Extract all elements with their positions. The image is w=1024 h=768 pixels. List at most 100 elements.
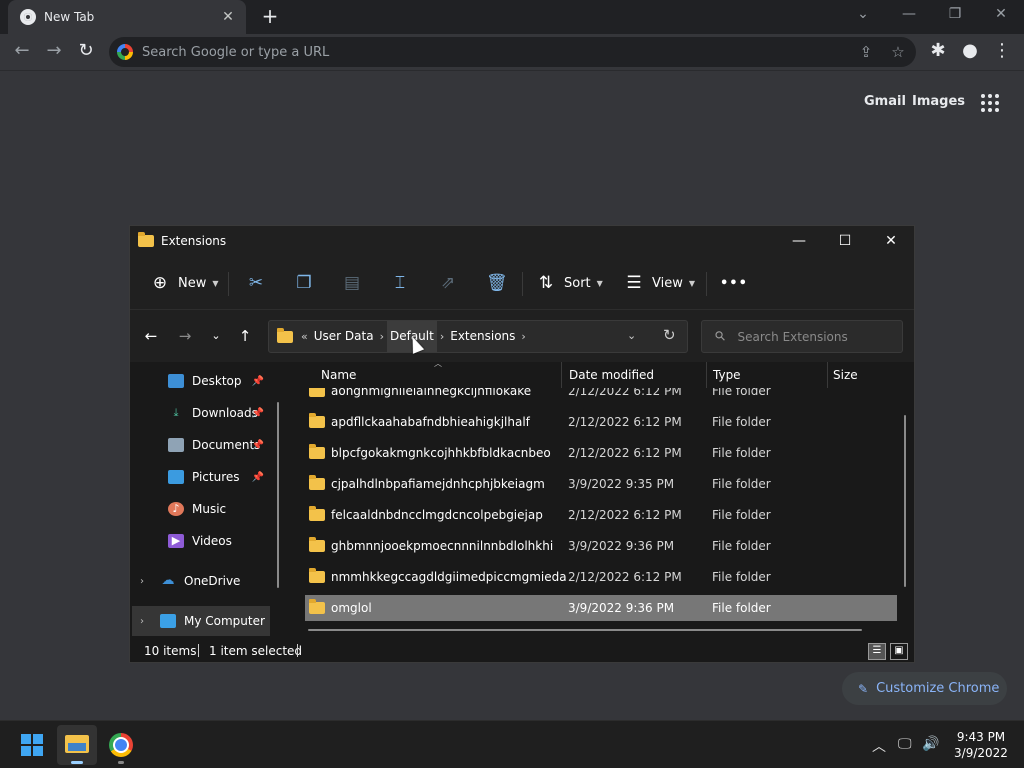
overflow-chevron-icon[interactable]: « xyxy=(301,330,308,343)
file-row[interactable]: apdfllckaahabafndbhieahigkjlhalf 2/12/20… xyxy=(305,409,897,435)
explorer-minimize-icon[interactable]: — xyxy=(776,226,822,256)
rename-button[interactable]: ⌶ xyxy=(390,269,410,297)
column-type[interactable]: Type xyxy=(713,368,741,382)
sidebar-item-documents[interactable]: Documents 📌 xyxy=(132,430,270,460)
view-button[interactable]: ☰ View ▼ xyxy=(624,269,695,297)
pencil-icon: ✎ xyxy=(858,681,869,696)
sidebar-item-pictures[interactable]: Pictures 📌 xyxy=(132,462,270,492)
breadcrumb-user-data[interactable]: User Data xyxy=(311,321,377,352)
pin-icon[interactable]: 📌 xyxy=(252,440,264,451)
omnibox-input[interactable] xyxy=(142,44,842,60)
chevron-right-icon[interactable]: › xyxy=(521,330,525,343)
back-icon[interactable]: ← xyxy=(8,37,36,65)
sidebar-scrollbar[interactable] xyxy=(277,402,279,588)
windows-start-icon[interactable] xyxy=(21,734,43,756)
paste-button[interactable]: ▤ xyxy=(342,269,362,297)
expand-chevron-icon[interactable]: › xyxy=(140,576,144,587)
share-icon[interactable]: ⇪ xyxy=(857,43,875,61)
tab-close-icon[interactable]: ✕ xyxy=(220,9,236,25)
images-link[interactable]: Images xyxy=(912,94,965,109)
cut-button[interactable]: ✂ xyxy=(246,269,266,297)
customize-chrome-button[interactable]: ✎ Customize Chrome xyxy=(842,672,1007,705)
details-view-icon[interactable]: ☰ xyxy=(868,643,886,660)
omnibox[interactable]: ⇪ ☆ xyxy=(109,37,916,67)
folder-icon xyxy=(309,444,325,459)
reload-icon[interactable]: ↻ xyxy=(72,37,100,65)
address-dropdown-icon[interactable]: ⌄ xyxy=(627,329,636,342)
status-bar: 10 items 1 item selected ☰ ▣ xyxy=(130,638,914,662)
delete-button[interactable]: 🗑 xyxy=(486,269,508,297)
column-divider[interactable] xyxy=(706,362,707,388)
vertical-scrollbar[interactable] xyxy=(904,415,906,587)
explorer-close-icon[interactable]: ✕ xyxy=(868,226,914,256)
minimize-icon[interactable]: — xyxy=(886,0,932,30)
pin-icon[interactable]: 📌 xyxy=(252,472,264,483)
column-divider[interactable] xyxy=(827,362,828,388)
forward-icon[interactable]: → xyxy=(173,324,197,348)
new-button[interactable]: ⊕ New ▼ xyxy=(150,269,219,297)
share-button[interactable]: ⇗ xyxy=(438,269,458,297)
network-icon[interactable]: 🖵 xyxy=(898,736,912,752)
restore-icon[interactable]: ❐ xyxy=(932,0,978,30)
breadcrumb-extensions[interactable]: Extensions xyxy=(447,321,518,352)
column-date-modified[interactable]: Date modified xyxy=(569,368,654,382)
explorer-title: Extensions xyxy=(161,234,227,248)
sidebar-item-music[interactable]: ♪ Music xyxy=(132,494,270,524)
sort-button[interactable]: ⇅ Sort ▼ xyxy=(536,269,603,297)
more-options-button[interactable]: ••• xyxy=(720,269,748,297)
extensions-puzzle-icon[interactable]: ✱ xyxy=(924,37,952,65)
search-input[interactable] xyxy=(737,329,898,344)
up-icon[interactable]: ↑ xyxy=(233,324,257,348)
file-explorer-taskbar-button[interactable] xyxy=(57,725,97,765)
folder-icon xyxy=(309,599,325,614)
recent-locations-chevron-icon[interactable]: ⌄ xyxy=(204,324,228,348)
address-bar[interactable]: « User Data › Default › Extensions › ⌄ ↻ xyxy=(268,320,688,353)
search-box[interactable]: ⚲ xyxy=(701,320,903,353)
sidebar-item-desktop[interactable]: Desktop 📌 xyxy=(132,366,270,396)
pictures-icon xyxy=(168,470,184,484)
horizontal-scrollbar[interactable] xyxy=(308,629,862,631)
column-divider[interactable] xyxy=(561,362,562,388)
back-icon[interactable]: ← xyxy=(139,324,163,348)
show-hidden-icons-chevron-icon[interactable]: ︿ xyxy=(872,736,886,756)
file-row-selected[interactable]: omglol 3/9/2022 9:36 PM File folder xyxy=(305,595,897,621)
pin-icon[interactable]: 📌 xyxy=(252,376,264,387)
volume-icon[interactable]: 🔊 xyxy=(922,736,939,752)
tab-new-tab[interactable]: New Tab ✕ xyxy=(8,0,246,34)
close-window-icon[interactable]: ✕ xyxy=(978,0,1024,30)
file-row[interactable]: blpcfgokakmgnkcojhhkbfbldkacnbeo 2/12/20… xyxy=(305,440,897,466)
google-apps-icon[interactable] xyxy=(981,94,999,112)
file-row[interactable]: felcaaldnbdncclmgdcncolpebgiejap 2/12/20… xyxy=(305,502,897,528)
clock[interactable]: 9:43 PM 3/9/2022 xyxy=(948,729,1014,761)
pin-icon[interactable]: 📌 xyxy=(252,408,264,419)
chrome-taskbar-button[interactable] xyxy=(101,725,141,765)
folder-icon xyxy=(277,327,293,343)
file-row[interactable]: nmmhkkegccagdldgiimedpiccmgmieda 2/12/20… xyxy=(305,564,897,590)
sidebar-item-videos[interactable]: ▶ Videos xyxy=(132,526,270,556)
tab-search-icon[interactable]: ⌄ xyxy=(840,0,886,30)
folder-icon xyxy=(309,475,325,490)
new-tab-button[interactable]: + xyxy=(258,5,282,29)
profile-icon[interactable]: ● xyxy=(956,37,984,65)
refresh-icon[interactable]: ↻ xyxy=(663,326,676,344)
sidebar-item-onedrive[interactable]: › ☁ OneDrive xyxy=(132,566,270,596)
sidebar-item-my-computer[interactable]: › My Computer xyxy=(132,606,270,636)
column-size[interactable]: Size xyxy=(833,368,858,382)
column-name[interactable]: Name xyxy=(321,368,356,382)
file-row[interactable]: cjpalhdlnbpafiamejdnhcphjbkeiagm 3/9/202… xyxy=(305,471,897,497)
bookmark-star-icon[interactable]: ☆ xyxy=(889,43,907,61)
explorer-maximize-icon[interactable]: ☐ xyxy=(822,226,868,256)
gmail-link[interactable]: Gmail xyxy=(864,94,906,109)
expand-chevron-icon[interactable]: › xyxy=(140,616,144,627)
large-icons-view-icon[interactable]: ▣ xyxy=(890,643,908,660)
forward-icon[interactable]: → xyxy=(40,37,68,65)
copy-button[interactable]: ❐ xyxy=(294,269,314,297)
file-type: File folder xyxy=(712,415,771,429)
sidebar-item-downloads[interactable]: ⤓ Downloads 📌 xyxy=(132,398,270,428)
chevron-right-icon[interactable]: › xyxy=(380,330,384,343)
chrome-menu-icon[interactable]: ⋮ xyxy=(988,37,1016,65)
chevron-right-icon[interactable]: › xyxy=(440,330,444,343)
file-date: 2/12/2022 6:12 PM xyxy=(568,415,682,429)
customize-label: Customize Chrome xyxy=(876,681,1000,696)
file-row[interactable]: ghbmnnjooekpmoecnnnilnnbdlolhkhi 3/9/202… xyxy=(305,533,897,559)
